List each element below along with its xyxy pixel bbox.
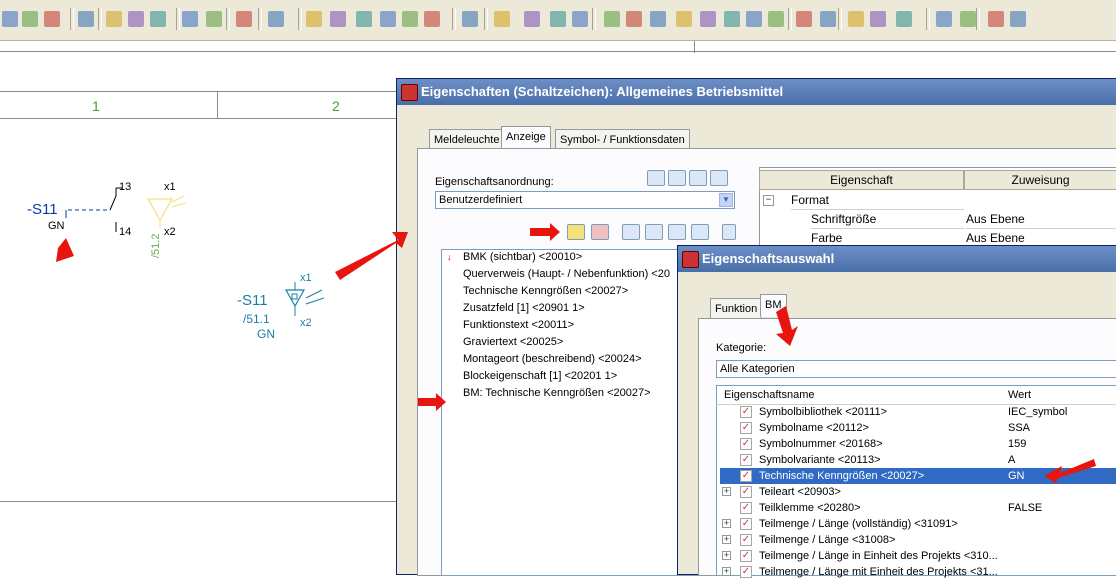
red-arrow-icon [335,232,408,280]
red-arrow-icon [776,306,798,346]
red-arrow-icon [530,223,560,241]
red-arrow-icon [418,393,446,411]
red-arrow-icon [1044,459,1096,483]
annotation-arrows [56,223,1096,483]
red-arrow-icon [56,238,74,262]
